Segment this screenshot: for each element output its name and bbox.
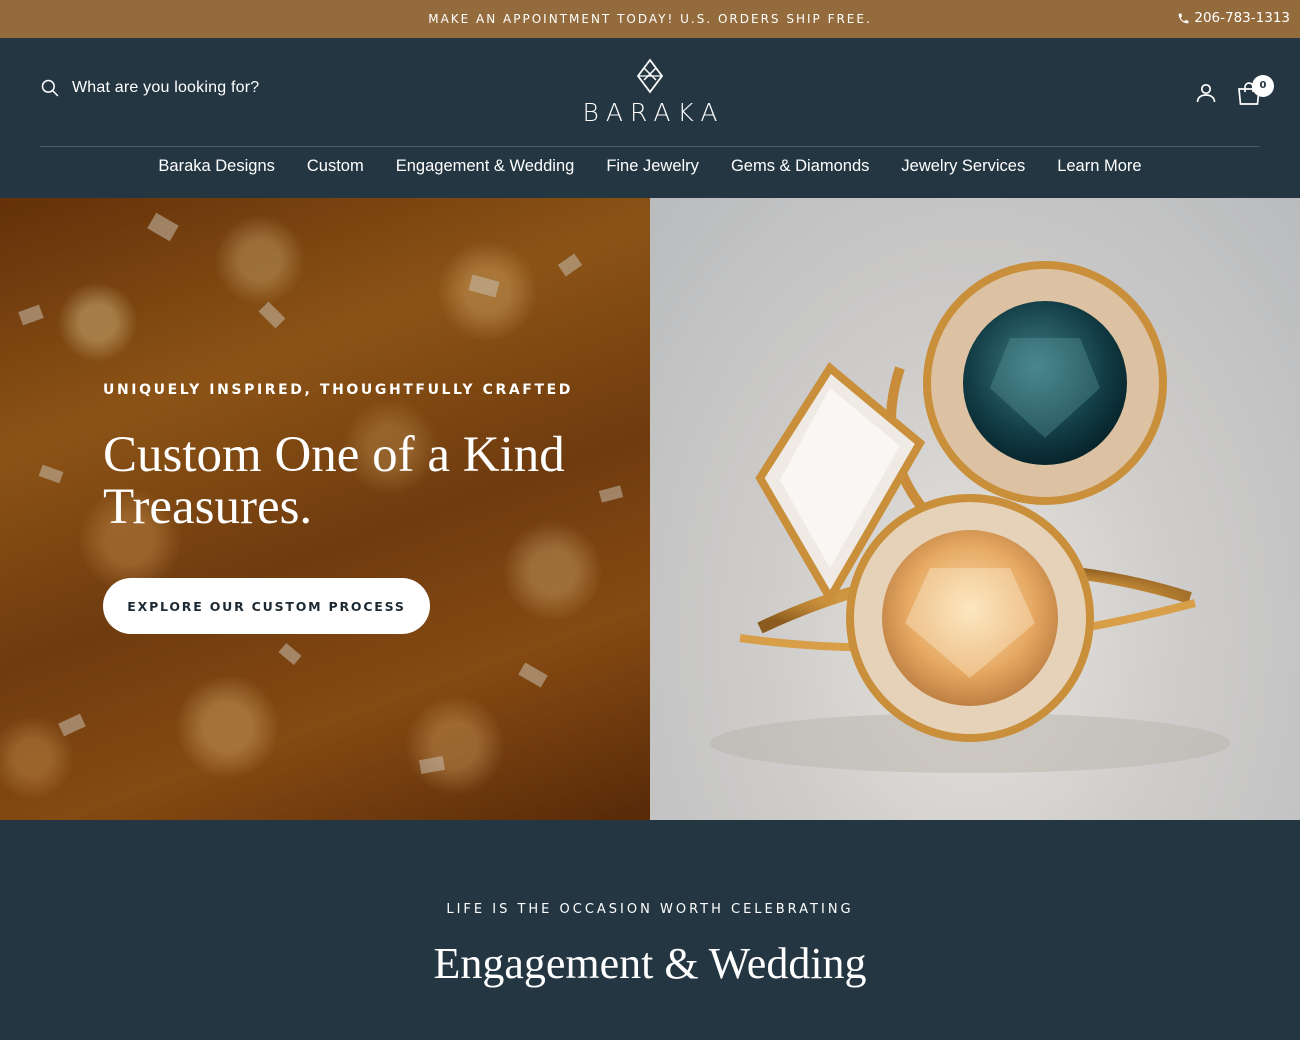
hero-headline-line-1: Custom One of a Kind [103,427,565,483]
main-nav: Baraka Designs Custom Engagement & Weddi… [0,157,1300,176]
crystal-facet [518,662,548,688]
crystal-facet [278,642,302,666]
nav-item-gems-diamonds[interactable]: Gems & Diamonds [731,157,869,176]
section-eyebrow: LIFE IS THE OCCASION WORTH CELEBRATING [446,902,854,917]
header-divider [40,146,1260,147]
nav-item-custom[interactable]: Custom [307,157,364,176]
crystal-facet [58,713,86,737]
search-icon [41,79,59,97]
search-trigger[interactable]: What are you looking for? [40,78,259,98]
phone-number: 206-783-1313 [1194,10,1290,26]
diamond-logo-icon [636,58,664,94]
crystal-facet [418,756,446,774]
nav-item-baraka-designs[interactable]: Baraka Designs [158,157,274,176]
hero-crystal-image: UNIQUELY INSPIRED, THOUGHTFULLY CRAFTED … [0,198,650,820]
hero-eyebrow: UNIQUELY INSPIRED, THOUGHTFULLY CRAFTED [103,382,574,398]
nav-item-learn-more[interactable]: Learn More [1057,157,1141,176]
crystal-facet [468,274,500,298]
crystal-facet [258,301,286,329]
phone-icon [1178,13,1189,23]
hero-headline: Custom One of a Kind Treasures. [103,429,573,533]
crystal-facet [18,304,44,326]
crystal-facet [557,253,583,277]
nav-item-jewelry-services[interactable]: Jewelry Services [901,157,1025,176]
phone-link[interactable]: 206-783-1313 [1177,10,1290,26]
hero-rings-image [650,198,1300,820]
site-logo[interactable]: BARAKA [550,58,750,127]
site-header: What are you looking for? BARAKA 0 Barak… [0,38,1300,198]
crystal-facet [598,485,624,503]
explore-custom-process-button[interactable]: EXPLORE OUR CUSTOM PROCESS [103,578,430,634]
nav-item-fine-jewelry[interactable]: Fine Jewelry [606,157,699,176]
search-placeholder: What are you looking for? [72,79,260,96]
user-icon[interactable] [1194,81,1218,105]
crystal-facet [38,464,64,484]
announcement-bar: MAKE AN APPOINTMENT TODAY! U.S. ORDERS S… [0,0,1300,38]
section-title: Engagement & Wedding [433,939,867,988]
crystal-facet [147,212,179,242]
cart-count-badge: 0 [1252,75,1274,97]
hero-content: UNIQUELY INSPIRED, THOUGHTFULLY CRAFTED … [103,382,573,533]
nav-item-engagement-wedding[interactable]: Engagement & Wedding [396,157,575,176]
logo-wordmark: BARAKA [582,98,725,127]
hero-headline-line-2: Treasures. [103,479,313,535]
rings-illustration [710,261,1230,773]
announcement-text: MAKE AN APPOINTMENT TODAY! U.S. ORDERS S… [428,12,872,26]
